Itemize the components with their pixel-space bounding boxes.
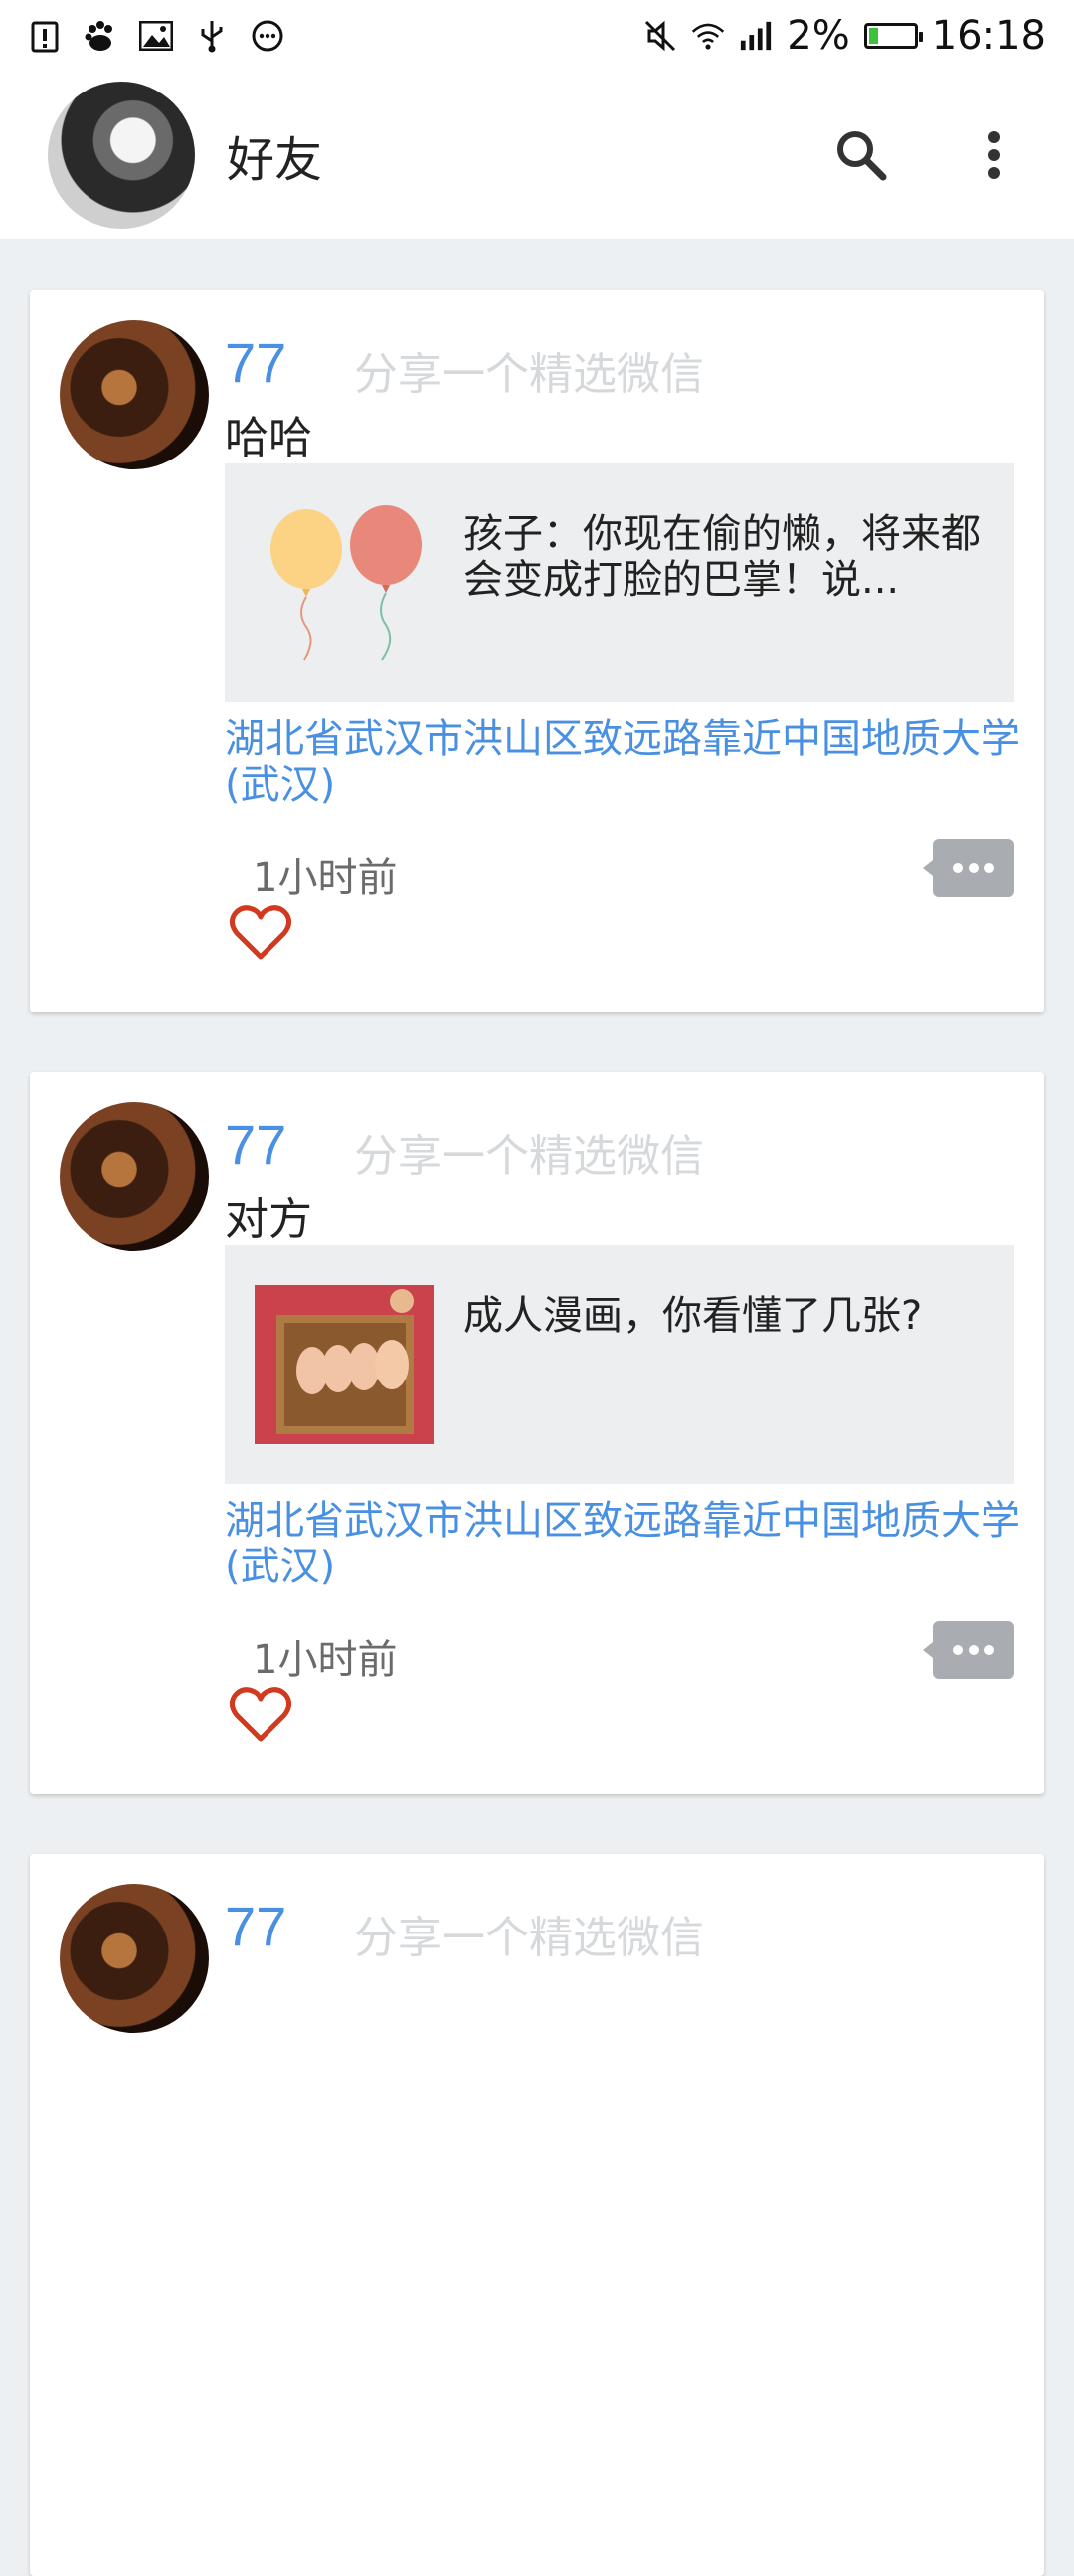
page-title: 好友: [227, 132, 323, 188]
location-link[interactable]: 湖北省武汉市洪山区致远路靠近中国地质大学(武汉): [225, 716, 1020, 808]
mute-icon: [643, 19, 677, 53]
more-vert-icon[interactable]: [963, 123, 1026, 187]
app-bar: 好友: [0, 72, 1074, 239]
balloons-icon: [255, 503, 434, 662]
post-text: 对方: [225, 1195, 312, 1245]
image-icon: [139, 19, 173, 53]
link-title: 孩子：你现在偷的懒，将来都会变成打脸的巴掌！说...: [463, 511, 981, 603]
post-username[interactable]: 77: [225, 1112, 286, 1177]
battery-icon: [863, 23, 923, 49]
signal-icon: [739, 19, 773, 53]
share-tag: 分享一个精选微信: [354, 1913, 704, 1963]
comic-faces-icon: [255, 1285, 434, 1444]
profile-avatar[interactable]: [48, 82, 195, 229]
shared-link-card[interactable]: 成人漫画，你看懂了几张?: [225, 1245, 1014, 1484]
post-time: 1小时前: [253, 855, 398, 901]
usb-icon: [195, 19, 229, 53]
app-bar-actions: [829, 123, 1026, 187]
more-circle-icon: [251, 19, 284, 53]
location-link[interactable]: 湖北省武汉市洪山区致远路靠近中国地质大学(武汉): [225, 1498, 1020, 1589]
post-username[interactable]: 77: [225, 1894, 286, 1958]
battery-percent: 2%: [787, 13, 850, 59]
avatar[interactable]: [60, 1884, 209, 2033]
post-card: 77 分享一个精选微信 对方 成人漫画，你看懂了几张? 湖北省武汉市洪山区致远路…: [30, 1072, 1044, 1794]
post-card: 77 分享一个精选微信 哈哈 孩子：你现在偷的懒，将来都会变成打脸的巴掌！说..…: [30, 290, 1044, 1012]
avatar[interactable]: [60, 1102, 209, 1251]
post-card: 77 分享一个精选微信: [30, 1854, 1044, 2576]
alert-icon: [28, 19, 62, 53]
link-title: 成人漫画，你看懂了几张?: [463, 1293, 923, 1339]
heart-icon[interactable]: [229, 1683, 292, 1747]
heart-icon[interactable]: [229, 901, 292, 965]
share-tag: 分享一个精选微信: [354, 349, 704, 400]
share-tag: 分享一个精选微信: [354, 1131, 704, 1182]
post-time: 1小时前: [253, 1637, 398, 1683]
baidu-paw-icon: [84, 19, 117, 53]
search-icon[interactable]: [829, 123, 893, 187]
clock: 16:18: [931, 13, 1046, 59]
wifi-icon: [691, 19, 725, 53]
status-left-icons: [28, 19, 284, 53]
post-text: 哈哈: [225, 413, 312, 463]
status-right: 2% 16:18: [643, 13, 1046, 59]
status-bar: 2% 16:18: [0, 0, 1074, 72]
post-username[interactable]: 77: [225, 330, 286, 395]
shared-link-card[interactable]: 孩子：你现在偷的懒，将来都会变成打脸的巴掌！说...: [225, 463, 1014, 702]
comment-more-button[interactable]: [923, 1621, 1014, 1679]
comment-more-button[interactable]: [923, 839, 1014, 897]
avatar[interactable]: [60, 320, 209, 469]
